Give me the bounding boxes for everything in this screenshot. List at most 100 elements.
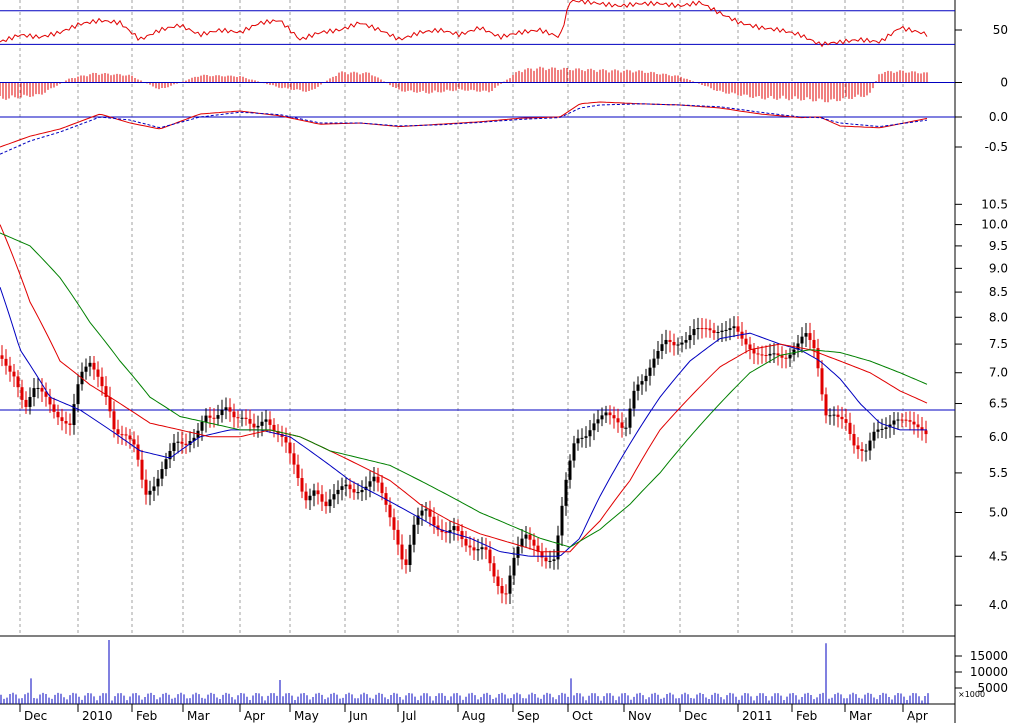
price-candle-body [908, 420, 912, 422]
x-tick-label: Dec [24, 709, 47, 723]
price-candle-body [224, 407, 228, 410]
price-candle-body [32, 388, 36, 398]
x-tick-label: Apr [907, 709, 928, 723]
price-candle-body [916, 424, 920, 428]
price-candle-body [312, 490, 316, 496]
price-candle-body [268, 419, 272, 425]
x-tick-label: Feb [796, 709, 817, 723]
price-candle-body [432, 516, 436, 526]
price-candle-body [608, 412, 612, 416]
price-candle-body [704, 328, 708, 330]
macd-line [0, 103, 928, 155]
price-candle-body [368, 481, 372, 487]
price-candle-body [856, 445, 860, 450]
price-candle-body [148, 490, 152, 495]
price-candle-body [580, 437, 584, 439]
price-candle-body [356, 492, 360, 494]
price-candle-body [848, 422, 852, 434]
x-tick-label: 2010 [82, 709, 113, 723]
price-candle-body [836, 414, 840, 417]
price-candle-body [68, 423, 72, 426]
x-tick-label: Nov [628, 709, 651, 723]
price-candle-body [664, 339, 668, 345]
price-candle-body [204, 415, 208, 422]
price-candle-body [252, 423, 256, 428]
price-candle-body [304, 491, 308, 501]
price-candle-body [16, 376, 20, 388]
price-candle-body [560, 505, 564, 536]
price-candle-body [116, 429, 120, 435]
price-candle-body [712, 330, 716, 333]
price-candle-body [820, 368, 824, 395]
price-candle-body [332, 494, 336, 500]
price-candle-body [588, 430, 592, 437]
y-tick-label: 8.5 [989, 285, 1008, 299]
price-candle-body [548, 560, 552, 562]
price-candle-body [760, 354, 764, 356]
price-candle-body [20, 387, 24, 400]
price-candle-body [8, 365, 12, 372]
price-candle-body [392, 517, 396, 530]
price-candle-body [688, 335, 692, 341]
price-candle-body [748, 344, 752, 350]
price-candle-body [896, 419, 900, 421]
price-candle-body [488, 549, 492, 564]
price-candle-body [236, 417, 240, 419]
price-candle-body [212, 417, 216, 419]
moving-average-line [0, 287, 927, 557]
price-candle-body [36, 387, 40, 389]
macd-line [0, 101, 928, 148]
price-candle-body [172, 442, 176, 451]
y-tick-label: 10000 [970, 665, 1008, 679]
price-candle-body [708, 328, 712, 331]
price-candle-body [860, 449, 864, 452]
x-tick-label: Oct [572, 709, 593, 723]
price-candle-body [396, 529, 400, 545]
price-candle-body [292, 453, 296, 465]
price-candle-body [264, 419, 268, 422]
y-tick-label: 9.5 [989, 239, 1008, 253]
price-candle-body [24, 399, 28, 407]
price-candle-body [572, 443, 576, 461]
price-candle-body [768, 353, 772, 356]
price-candle-body [464, 539, 468, 546]
price-candle-body [576, 438, 580, 444]
price-candle-body [640, 381, 644, 385]
y-tick-label: 5.0 [989, 506, 1008, 520]
price-candle-body [676, 344, 680, 346]
price-candle-body [404, 559, 408, 565]
price-candle-body [124, 434, 128, 436]
price-candle-body [300, 478, 304, 492]
price-candle-body [208, 415, 212, 418]
price-candle-body [492, 563, 496, 577]
price-candle-body [736, 326, 740, 332]
price-candle-body [800, 336, 804, 344]
price-candle-body [852, 433, 856, 446]
price-candle-body [96, 369, 100, 377]
price-candle-body [788, 354, 792, 359]
price-candle-body [632, 390, 636, 409]
price-candle-body [780, 355, 784, 358]
price-candle-body [496, 576, 500, 586]
price-candle-body [544, 557, 548, 562]
price-candle-body [868, 440, 872, 451]
price-candle-body [76, 384, 80, 405]
price-candle-body [756, 353, 760, 355]
price-candle-body [516, 546, 520, 558]
price-candle-body [620, 422, 624, 428]
price-candle-body [476, 549, 480, 551]
x-tick-label: Sep [517, 709, 540, 723]
price-candle-body [84, 366, 88, 372]
price-candle-body [352, 489, 356, 493]
price-candle-body [880, 428, 884, 430]
price-candle-body [88, 362, 92, 367]
price-candle-body [284, 436, 288, 443]
y-tick-label: 15000 [970, 649, 1008, 663]
price-candle-body [752, 349, 756, 354]
price-candle-body [604, 412, 608, 416]
y-tick-label: 10.5 [981, 197, 1008, 211]
price-candle-body [232, 411, 236, 418]
price-candle-body [872, 431, 876, 441]
price-candle-body [40, 387, 44, 392]
price-candle-body [132, 439, 136, 445]
